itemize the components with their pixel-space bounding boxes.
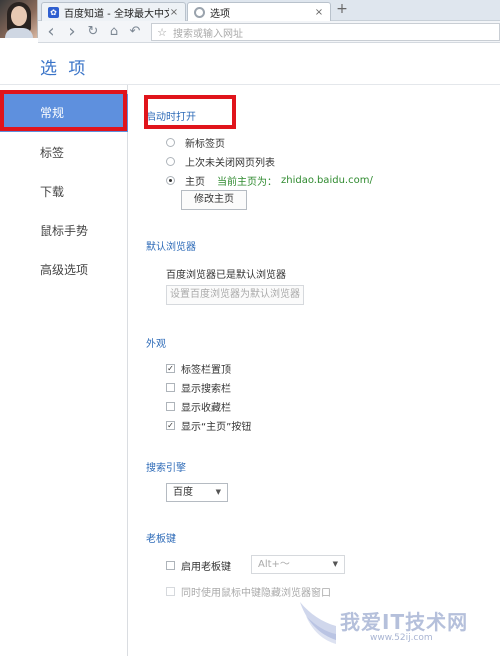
option-label: 显示搜索栏 — [181, 384, 231, 395]
section-title-startup: 启动时打开 — [146, 112, 196, 123]
appearance-option-bookmarks-bar[interactable]: 显示收藏栏 — [166, 399, 231, 414]
tab-label: 百度知道 - 全球最大中文互 — [64, 8, 169, 20]
appearance-option-search-bar[interactable]: 显示搜索栏 — [166, 380, 231, 395]
option-label: 主页 — [185, 177, 205, 188]
radio-button[interactable] — [166, 157, 175, 166]
sidebar-item-tabs[interactable]: 标签 — [0, 134, 128, 172]
sidebar-item-general[interactable]: 常规 — [0, 94, 128, 132]
default-browser-status: 百度浏览器已是默认浏览器 — [166, 266, 286, 281]
sidebar-item-downloads[interactable]: 下载 — [0, 173, 128, 211]
appearance-option-home-button[interactable]: ✓ 显示“主页”按钮 — [166, 418, 251, 433]
section-title-boss-key: 老板键 — [146, 534, 176, 545]
baidu-paw-icon: ✿ — [48, 6, 59, 18]
startup-option-new-tab[interactable]: 新标签页 — [166, 135, 225, 150]
forward-icon[interactable]: › — [64, 22, 80, 40]
set-default-browser-button[interactable]: 设置百度浏览器为默认浏览器 — [166, 285, 304, 305]
checkbox-disabled[interactable] — [166, 587, 175, 596]
section-title-appearance: 外观 — [146, 339, 166, 350]
close-icon[interactable]: × — [314, 7, 324, 18]
section-title-search-engine: 搜索引擎 — [146, 463, 186, 474]
refresh-icon[interactable]: ↻ — [85, 24, 101, 40]
startup-option-last-session[interactable]: 上次未关闭网页列表 — [166, 154, 275, 169]
checkbox-checked[interactable]: ✓ — [166, 421, 175, 430]
selected-value: 百度 — [173, 487, 193, 498]
settings-panel: 启动时打开 新标签页 上次未关闭网页列表 主页 当前主页为： zhidao.ba… — [129, 85, 500, 656]
address-bar[interactable]: ☆ 搜索或输入网址 — [151, 23, 500, 41]
watermark-text: 我爱IT技术网 — [340, 610, 469, 634]
close-icon[interactable]: × — [169, 7, 179, 18]
watermark-logo: 我爱IT技术网 www.52ij.com — [290, 592, 500, 656]
option-label: 显示“主页”按钮 — [181, 422, 252, 433]
new-tab-button[interactable]: + — [334, 2, 350, 18]
option-label: 启用老板键 — [181, 562, 231, 573]
page-title: 选 项 — [40, 59, 89, 79]
back-icon[interactable]: ‹ — [43, 22, 59, 40]
sidebar-item-advanced[interactable]: 高级选项 — [0, 251, 128, 289]
undo-icon[interactable]: ↶ — [127, 24, 143, 40]
current-homepage-value: zhidao.baidu.com/ — [281, 175, 373, 186]
selected-value: Alt+～ — [258, 559, 290, 570]
status-text: 百度浏览器已是默认浏览器 — [166, 270, 286, 281]
modify-homepage-button[interactable]: 修改主页 — [181, 190, 247, 210]
gear-icon — [194, 6, 205, 18]
startup-option-homepage[interactable]: 主页 当前主页为： zhidao.baidu.com/ — [166, 173, 373, 188]
home-icon[interactable]: ⌂ — [106, 24, 122, 40]
section-title-default-browser: 默认浏览器 — [146, 242, 196, 253]
sidebar-item-mouse-gestures[interactable]: 鼠标手势 — [0, 212, 128, 250]
checkbox[interactable] — [166, 402, 175, 411]
search-engine-select[interactable]: 百度 ▼ — [166, 483, 228, 502]
dropdown-arrow-icon: ▼ — [215, 488, 221, 496]
wing-icon — [300, 602, 336, 644]
address-placeholder: 搜索或输入网址 — [173, 28, 243, 40]
checkbox-checked[interactable]: ✓ — [166, 364, 175, 373]
option-label: 标签栏置顶 — [181, 365, 231, 376]
tab-label: 选项 — [210, 8, 230, 20]
tab-options[interactable]: 选项 × — [187, 2, 331, 21]
boss-key-select[interactable]: Alt+～ ▼ — [251, 555, 345, 574]
user-avatar[interactable] — [0, 0, 38, 38]
radio-button[interactable] — [166, 176, 175, 185]
star-icon[interactable]: ☆ — [155, 26, 169, 39]
boss-key-enable[interactable]: 启用老板键 — [166, 558, 231, 573]
current-homepage-label: 当前主页为： — [217, 177, 277, 188]
appearance-option-tabs-on-top[interactable]: ✓ 标签栏置顶 — [166, 361, 231, 376]
option-label: 显示收藏栏 — [181, 403, 231, 414]
navigation-toolbar: ‹ › ↻ ⌂ ↶ ☆ 搜索或输入网址 — [38, 21, 500, 43]
sidebar: 常规 标签 下载 鼠标手势 高级选项 — [0, 85, 128, 656]
watermark-url: www.52ij.com — [370, 633, 433, 643]
tab-baidu-zhidao[interactable]: ✿ 百度知道 - 全球最大中文互 × — [41, 2, 186, 21]
option-label: 上次未关闭网页列表 — [185, 158, 275, 169]
radio-button[interactable] — [166, 138, 175, 147]
checkbox[interactable] — [166, 383, 175, 392]
dropdown-arrow-icon: ▼ — [332, 560, 338, 568]
checkbox[interactable] — [166, 561, 175, 570]
option-label: 新标签页 — [185, 139, 225, 150]
